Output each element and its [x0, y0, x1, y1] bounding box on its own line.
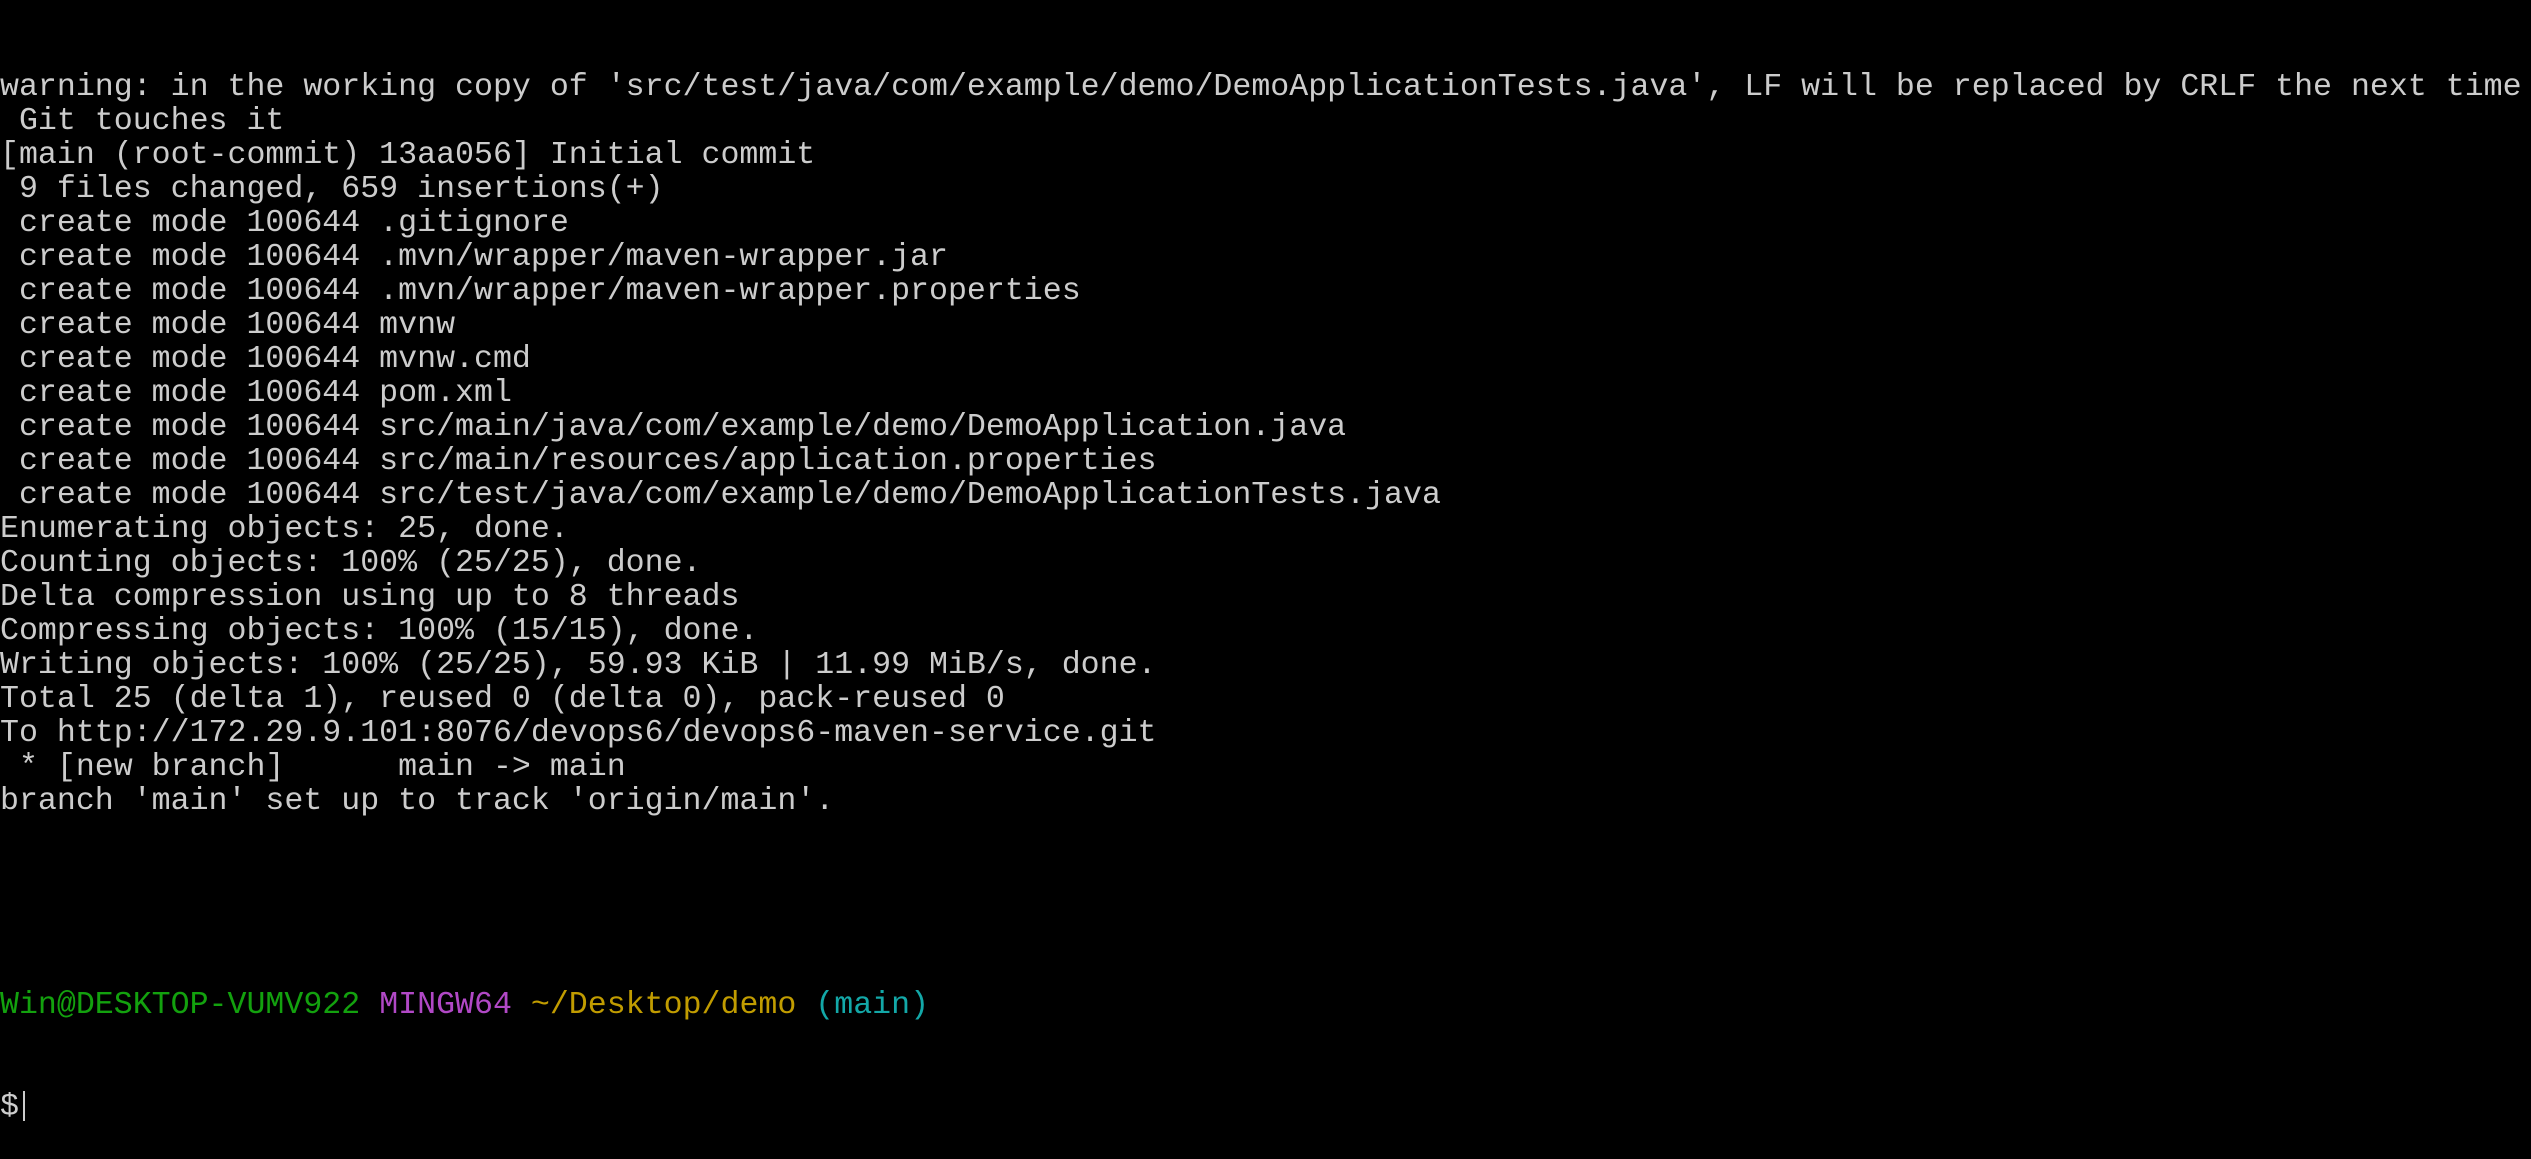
output-line: create mode 100644 src/main/resources/ap… [0, 444, 1157, 479]
output-line: create mode 100644 .mvn/wrapper/maven-wr… [0, 274, 1081, 309]
output-line: warning: in the working copy of 'src/tes… [0, 70, 2522, 105]
output-line: Writing objects: 100% (25/25), 59.93 KiB… [0, 648, 1157, 683]
output-line: Counting objects: 100% (25/25), done. [0, 546, 702, 581]
terminal-output: warning: in the working copy of 'src/tes… [0, 71, 2531, 819]
output-line: create mode 100644 .gitignore [0, 206, 569, 241]
output-line: Enumerating objects: 25, done. [0, 512, 569, 547]
prompt-system: MINGW64 [379, 988, 512, 1023]
output-line: Compressing objects: 100% (15/15), done. [0, 614, 759, 649]
terminal-window[interactable]: warning: in the working copy of 'src/tes… [0, 3, 2531, 1125]
output-line: create mode 100644 src/test/java/com/exa… [0, 478, 1441, 513]
output-line: create mode 100644 mvnw.cmd [0, 342, 531, 377]
output-line: * [new branch] main -> main [0, 750, 626, 785]
output-line: [main (root-commit) 13aa056] Initial com… [0, 138, 816, 173]
output-line: Git touches it [0, 104, 285, 139]
input-line[interactable]: $ [0, 1091, 2531, 1125]
output-line: To http://172.29.9.101:8076/devops6/devo… [0, 716, 1157, 751]
prompt-user-host: Win@DESKTOP-VUMV922 [0, 988, 361, 1023]
output-line: 9 files changed, 659 insertions(+) [0, 172, 664, 207]
prompt-symbol: $ [0, 1090, 19, 1125]
output-line: branch 'main' set up to track 'origin/ma… [0, 784, 835, 819]
output-line: Total 25 (delta 1), reused 0 (delta 0), … [0, 682, 1005, 717]
prompt-line: Win@DESKTOP-VUMV922 MINGW64 ~/Desktop/de… [0, 989, 2531, 1023]
output-line: create mode 100644 pom.xml [0, 376, 512, 411]
prompt-branch: (main) [815, 988, 930, 1023]
output-line: create mode 100644 src/main/java/com/exa… [0, 410, 1347, 445]
prompt-path: ~/Desktop/demo [530, 988, 797, 1023]
text-cursor [22, 1091, 25, 1121]
output-line: create mode 100644 .mvn/wrapper/maven-wr… [0, 240, 948, 275]
output-line: create mode 100644 mvnw [0, 308, 456, 343]
output-line: Delta compression using up to 8 threads [0, 580, 740, 615]
